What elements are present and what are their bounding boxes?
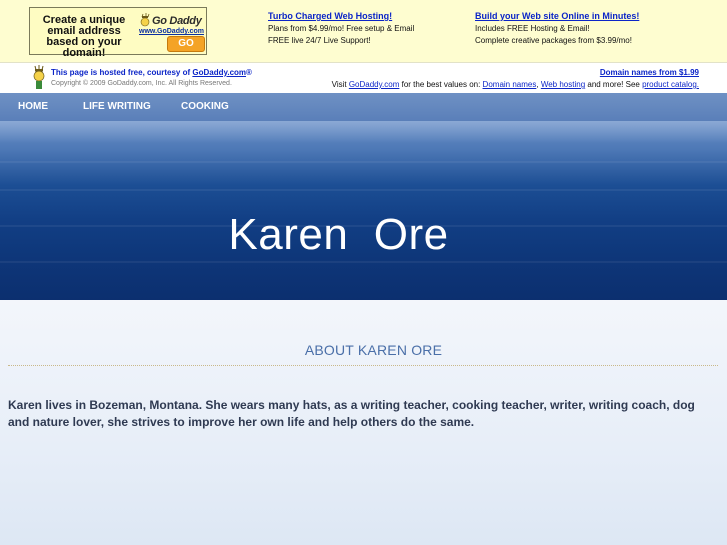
hosted-by-text: This page is hosted free, courtesy of Go… [51,68,252,77]
registered-mark: ® [246,68,252,77]
hosted-prefix: This page is hosted free, courtesy of [51,68,193,77]
visit-prefix: Visit [331,80,349,89]
nav-item-home[interactable]: HOME [18,101,48,112]
go-button[interactable]: GO [167,36,205,52]
web-hosting-link[interactable]: Web hosting [541,80,585,89]
website-builder-ad-line1: Includes FREE Hosting & Email! [475,24,590,33]
hero-banner: Karen Ore [0,121,727,300]
hero-wave [0,161,727,163]
godaddy-logo-text: Go Daddy [152,15,202,27]
hero-horizon [0,121,727,143]
visit-godaddy-link[interactable]: GoDaddy.com [349,80,400,89]
product-catalog-link[interactable]: product catalog. [642,80,699,89]
section-divider [8,365,718,366]
main-nav: HOME LIFE WRITING COOKING [0,93,727,121]
godaddy-mascot-icon [30,65,48,91]
visit-more: and more! See [585,80,643,89]
hero-wave [0,189,727,191]
godaddy-url-link[interactable]: www.GoDaddy.com [139,28,204,35]
website-builder-ad-link[interactable]: Build your Web site Online in Minutes! [475,10,639,22]
hosting-ad-line2: FREE live 24/7 Live Support! [268,36,371,45]
domain-names-inline-link[interactable]: Domain names [483,80,537,89]
domain-names-link[interactable]: Domain names from $1.99 [600,68,699,77]
main-content: ABOUT KAREN ORE Karen lives in Bozeman, … [0,300,727,545]
hosting-ad-link[interactable]: Turbo Charged Web Hosting! [268,10,414,22]
site-title: Karen Ore [228,210,449,259]
visit-text: Visit GoDaddy.com for the best values on… [332,80,699,89]
godaddy-link[interactable]: GoDaddy.com [192,68,246,77]
about-paragraph: Karen lives in Bozeman, Montana. She wea… [8,398,695,429]
nav-item-life-writing[interactable]: LIFE WRITING [83,101,151,112]
hero-wave [0,261,727,263]
hosted-by-strip: This page is hosted free, courtesy of Go… [0,62,727,93]
copyright-text: Copyright © 2009 GoDaddy.com, Inc. All R… [51,80,232,87]
hosting-ad: Turbo Charged Web Hosting! Plans from $4… [268,10,414,47]
website-builder-ad-line2: Complete creative packages from $3.99/mo… [475,36,632,45]
ad-banner: Create a unique email address based on y… [0,0,727,62]
email-ad-text: Create a unique email address based on y… [42,14,126,59]
nav-item-cooking[interactable]: COOKING [181,101,229,112]
section-title: ABOUT KAREN ORE [304,342,443,358]
email-ad-box[interactable]: Create a unique email address based on y… [29,7,207,59]
website-builder-ad: Build your Web site Online in Minutes! I… [475,10,639,47]
hosting-ad-line1: Plans from $4.99/mo! Free setup & Email [268,24,415,33]
visit-mid: for the best values on: [399,80,483,89]
